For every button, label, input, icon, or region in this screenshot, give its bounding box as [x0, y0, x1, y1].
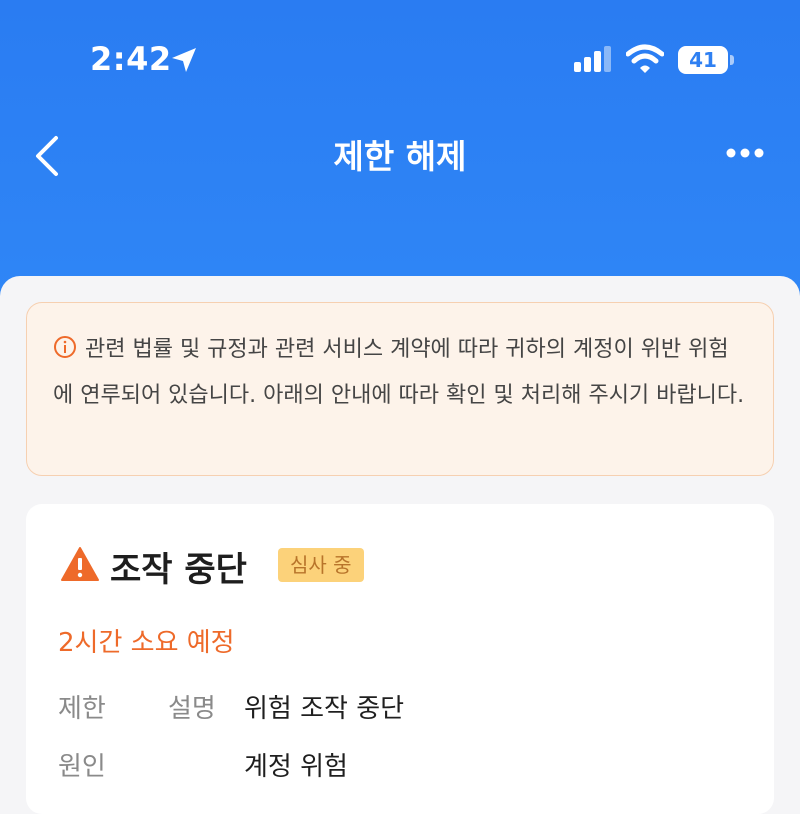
row-label-cause: 원인 — [58, 752, 106, 782]
header: 2:42 41 제한 해제 — [0, 0, 800, 300]
row-value-restriction: 위험 조작 중단 — [244, 694, 405, 724]
restriction-title: 조작 중단 — [110, 550, 247, 590]
status-badge: 심사 중 — [278, 548, 364, 582]
signal-icon — [574, 46, 611, 72]
battery-level: 41 — [689, 48, 717, 72]
risk-notice: 관련 법률 및 규정과 관련 서비스 계약에 따라 귀하의 계정이 위반 위험에… — [26, 302, 774, 476]
battery-cap — [730, 55, 734, 65]
warning-icon — [61, 547, 99, 581]
notice-text: 관련 법률 및 규정과 관련 서비스 계약에 따라 귀하의 계정이 위반 위험에… — [53, 337, 745, 408]
wifi-icon — [626, 44, 664, 73]
status-bar: 2:42 41 — [0, 0, 800, 120]
status-time: 2:42 — [90, 40, 172, 78]
row-value-cause: 계정 위험 — [244, 752, 348, 782]
info-icon — [54, 336, 76, 358]
page-title: 제한 해제 — [333, 137, 467, 176]
row-label-description: 설명 — [168, 694, 216, 724]
location-arrow-icon — [172, 48, 196, 72]
notice-text-wrap: 관련 법률 및 규정과 관련 서비스 계약에 따라 귀하의 계정이 위반 위험에… — [53, 327, 747, 419]
battery-icon: 41 — [678, 46, 734, 74]
row-label-restriction: 제한 — [58, 694, 106, 724]
estimated-time: 2시간 소요 예정 — [58, 628, 235, 658]
more-icon[interactable] — [726, 146, 764, 160]
